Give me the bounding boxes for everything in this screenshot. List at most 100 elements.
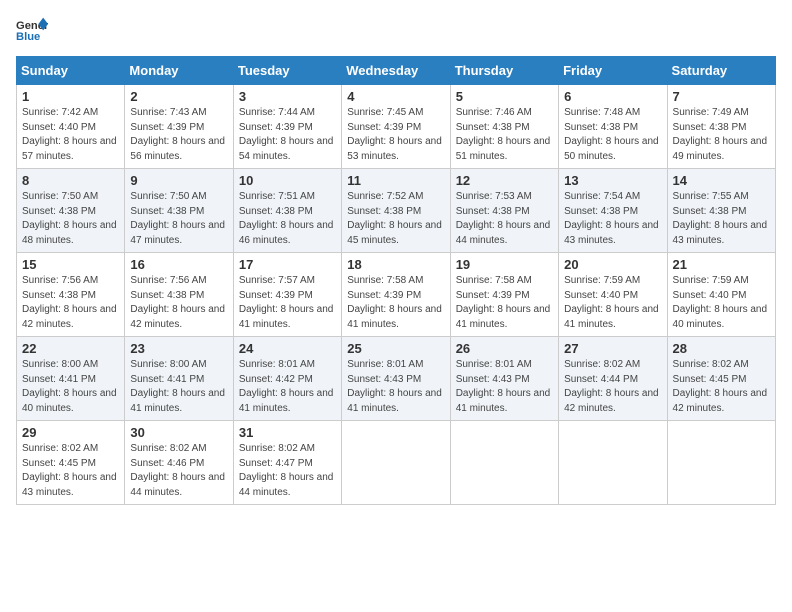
column-header-thursday: Thursday xyxy=(450,57,558,85)
day-number: 22 xyxy=(22,341,119,356)
day-info: Sunrise: 8:02 AM Sunset: 4:47 PM Dayligh… xyxy=(239,442,336,500)
day-number: 31 xyxy=(239,425,336,440)
day-number: 19 xyxy=(456,257,553,272)
column-header-tuesday: Tuesday xyxy=(233,57,341,85)
day-number: 20 xyxy=(564,257,661,272)
day-number: 17 xyxy=(239,257,336,272)
day-info: Sunrise: 7:49 AM Sunset: 4:38 PM Dayligh… xyxy=(673,106,770,164)
calendar-cell: 23 Sunrise: 8:00 AM Sunset: 4:41 PM Dayl… xyxy=(125,337,233,421)
day-info: Sunrise: 7:51 AM Sunset: 4:38 PM Dayligh… xyxy=(239,190,336,248)
day-number: 7 xyxy=(673,89,770,104)
day-info: Sunrise: 8:02 AM Sunset: 4:45 PM Dayligh… xyxy=(673,358,770,416)
calendar-cell: 26 Sunrise: 8:01 AM Sunset: 4:43 PM Dayl… xyxy=(450,337,558,421)
day-number: 24 xyxy=(239,341,336,356)
day-number: 11 xyxy=(347,173,444,188)
calendar-cell: 9 Sunrise: 7:50 AM Sunset: 4:38 PM Dayli… xyxy=(125,169,233,253)
calendar-cell: 18 Sunrise: 7:58 AM Sunset: 4:39 PM Dayl… xyxy=(342,253,450,337)
day-number: 21 xyxy=(673,257,770,272)
column-header-monday: Monday xyxy=(125,57,233,85)
day-number: 3 xyxy=(239,89,336,104)
day-number: 23 xyxy=(130,341,227,356)
calendar-cell: 28 Sunrise: 8:02 AM Sunset: 4:45 PM Dayl… xyxy=(667,337,775,421)
day-number: 9 xyxy=(130,173,227,188)
column-header-sunday: Sunday xyxy=(17,57,125,85)
day-info: Sunrise: 7:58 AM Sunset: 4:39 PM Dayligh… xyxy=(347,274,444,332)
calendar-cell xyxy=(342,421,450,505)
calendar-cell: 1 Sunrise: 7:42 AM Sunset: 4:40 PM Dayli… xyxy=(17,85,125,169)
day-info: Sunrise: 7:44 AM Sunset: 4:39 PM Dayligh… xyxy=(239,106,336,164)
day-info: Sunrise: 7:52 AM Sunset: 4:38 PM Dayligh… xyxy=(347,190,444,248)
day-number: 8 xyxy=(22,173,119,188)
calendar-cell: 24 Sunrise: 8:01 AM Sunset: 4:42 PM Dayl… xyxy=(233,337,341,421)
calendar-cell: 13 Sunrise: 7:54 AM Sunset: 4:38 PM Dayl… xyxy=(559,169,667,253)
calendar-cell: 27 Sunrise: 8:02 AM Sunset: 4:44 PM Dayl… xyxy=(559,337,667,421)
day-info: Sunrise: 8:02 AM Sunset: 4:45 PM Dayligh… xyxy=(22,442,119,500)
day-number: 16 xyxy=(130,257,227,272)
calendar-cell xyxy=(450,421,558,505)
day-info: Sunrise: 7:50 AM Sunset: 4:38 PM Dayligh… xyxy=(22,190,119,248)
day-number: 4 xyxy=(347,89,444,104)
day-info: Sunrise: 8:01 AM Sunset: 4:43 PM Dayligh… xyxy=(347,358,444,416)
day-number: 26 xyxy=(456,341,553,356)
day-number: 12 xyxy=(456,173,553,188)
calendar-cell: 21 Sunrise: 7:59 AM Sunset: 4:40 PM Dayl… xyxy=(667,253,775,337)
day-number: 10 xyxy=(239,173,336,188)
calendar-week-3: 15 Sunrise: 7:56 AM Sunset: 4:38 PM Dayl… xyxy=(17,253,776,337)
day-info: Sunrise: 7:56 AM Sunset: 4:38 PM Dayligh… xyxy=(130,274,227,332)
calendar-cell xyxy=(559,421,667,505)
svg-text:Blue: Blue xyxy=(16,31,40,43)
calendar-cell: 31 Sunrise: 8:02 AM Sunset: 4:47 PM Dayl… xyxy=(233,421,341,505)
day-number: 18 xyxy=(347,257,444,272)
day-number: 1 xyxy=(22,89,119,104)
column-header-wednesday: Wednesday xyxy=(342,57,450,85)
calendar-cell: 10 Sunrise: 7:51 AM Sunset: 4:38 PM Dayl… xyxy=(233,169,341,253)
calendar-cell: 11 Sunrise: 7:52 AM Sunset: 4:38 PM Dayl… xyxy=(342,169,450,253)
calendar-week-1: 1 Sunrise: 7:42 AM Sunset: 4:40 PM Dayli… xyxy=(17,85,776,169)
calendar-cell: 22 Sunrise: 8:00 AM Sunset: 4:41 PM Dayl… xyxy=(17,337,125,421)
day-info: Sunrise: 8:01 AM Sunset: 4:42 PM Dayligh… xyxy=(239,358,336,416)
calendar-cell: 29 Sunrise: 8:02 AM Sunset: 4:45 PM Dayl… xyxy=(17,421,125,505)
calendar-cell: 19 Sunrise: 7:58 AM Sunset: 4:39 PM Dayl… xyxy=(450,253,558,337)
calendar-cell: 15 Sunrise: 7:56 AM Sunset: 4:38 PM Dayl… xyxy=(17,253,125,337)
day-info: Sunrise: 7:57 AM Sunset: 4:39 PM Dayligh… xyxy=(239,274,336,332)
day-info: Sunrise: 7:55 AM Sunset: 4:38 PM Dayligh… xyxy=(673,190,770,248)
calendar-week-5: 29 Sunrise: 8:02 AM Sunset: 4:45 PM Dayl… xyxy=(17,421,776,505)
logo: General Blue xyxy=(16,16,48,44)
calendar-cell: 3 Sunrise: 7:44 AM Sunset: 4:39 PM Dayli… xyxy=(233,85,341,169)
calendar-cell: 17 Sunrise: 7:57 AM Sunset: 4:39 PM Dayl… xyxy=(233,253,341,337)
calendar-cell: 2 Sunrise: 7:43 AM Sunset: 4:39 PM Dayli… xyxy=(125,85,233,169)
day-number: 27 xyxy=(564,341,661,356)
day-info: Sunrise: 8:00 AM Sunset: 4:41 PM Dayligh… xyxy=(130,358,227,416)
day-number: 14 xyxy=(673,173,770,188)
column-header-saturday: Saturday xyxy=(667,57,775,85)
day-info: Sunrise: 7:43 AM Sunset: 4:39 PM Dayligh… xyxy=(130,106,227,164)
calendar-header-row: SundayMondayTuesdayWednesdayThursdayFrid… xyxy=(17,57,776,85)
day-info: Sunrise: 7:54 AM Sunset: 4:38 PM Dayligh… xyxy=(564,190,661,248)
day-number: 25 xyxy=(347,341,444,356)
day-number: 30 xyxy=(130,425,227,440)
calendar-cell: 25 Sunrise: 8:01 AM Sunset: 4:43 PM Dayl… xyxy=(342,337,450,421)
day-info: Sunrise: 8:02 AM Sunset: 4:44 PM Dayligh… xyxy=(564,358,661,416)
day-number: 15 xyxy=(22,257,119,272)
day-info: Sunrise: 8:02 AM Sunset: 4:46 PM Dayligh… xyxy=(130,442,227,500)
day-info: Sunrise: 7:45 AM Sunset: 4:39 PM Dayligh… xyxy=(347,106,444,164)
calendar-cell: 4 Sunrise: 7:45 AM Sunset: 4:39 PM Dayli… xyxy=(342,85,450,169)
calendar-cell: 6 Sunrise: 7:48 AM Sunset: 4:38 PM Dayli… xyxy=(559,85,667,169)
calendar-cell xyxy=(667,421,775,505)
calendar-cell: 30 Sunrise: 8:02 AM Sunset: 4:46 PM Dayl… xyxy=(125,421,233,505)
calendar-table: SundayMondayTuesdayWednesdayThursdayFrid… xyxy=(16,56,776,505)
day-info: Sunrise: 7:58 AM Sunset: 4:39 PM Dayligh… xyxy=(456,274,553,332)
day-info: Sunrise: 7:59 AM Sunset: 4:40 PM Dayligh… xyxy=(564,274,661,332)
day-number: 6 xyxy=(564,89,661,104)
day-info: Sunrise: 7:48 AM Sunset: 4:38 PM Dayligh… xyxy=(564,106,661,164)
calendar-cell: 14 Sunrise: 7:55 AM Sunset: 4:38 PM Dayl… xyxy=(667,169,775,253)
calendar-cell: 8 Sunrise: 7:50 AM Sunset: 4:38 PM Dayli… xyxy=(17,169,125,253)
day-info: Sunrise: 8:00 AM Sunset: 4:41 PM Dayligh… xyxy=(22,358,119,416)
calendar-cell: 7 Sunrise: 7:49 AM Sunset: 4:38 PM Dayli… xyxy=(667,85,775,169)
day-info: Sunrise: 8:01 AM Sunset: 4:43 PM Dayligh… xyxy=(456,358,553,416)
day-info: Sunrise: 7:59 AM Sunset: 4:40 PM Dayligh… xyxy=(673,274,770,332)
column-header-friday: Friday xyxy=(559,57,667,85)
logo-icon: General Blue xyxy=(16,16,48,44)
day-number: 29 xyxy=(22,425,119,440)
day-number: 13 xyxy=(564,173,661,188)
